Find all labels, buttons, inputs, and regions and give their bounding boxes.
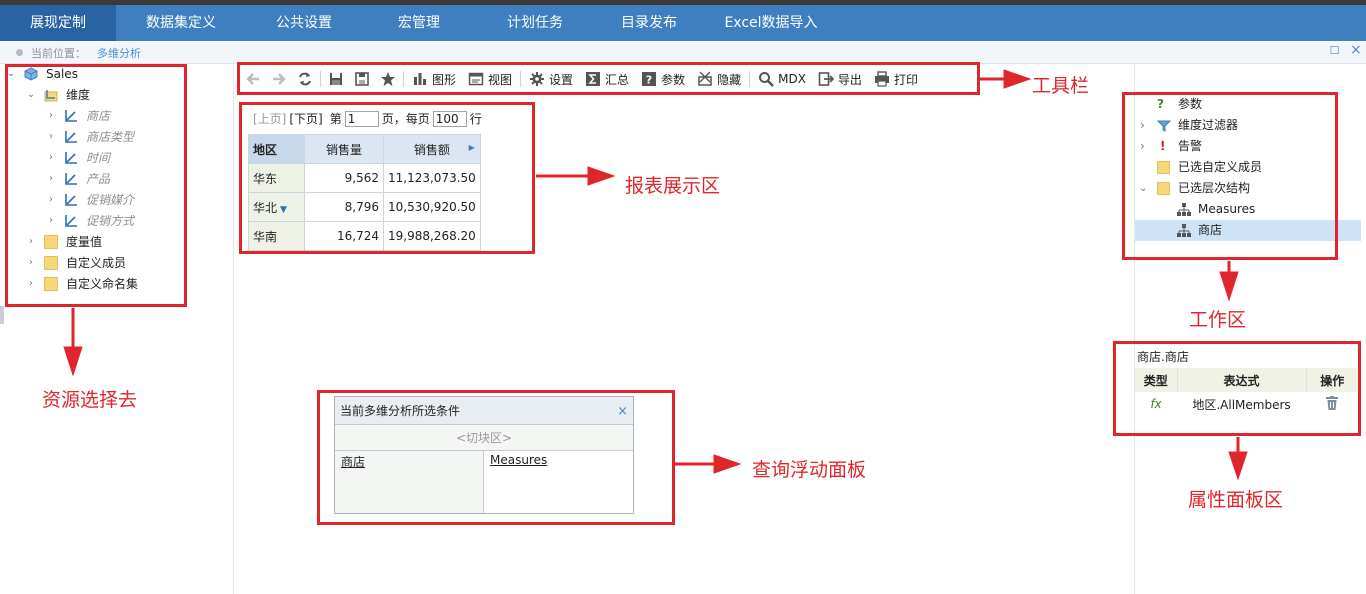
props-panel-callout: 属性面板区 <box>1188 489 1284 511</box>
resource-callout: 资源选择去 <box>42 389 138 411</box>
workspace-highlight-box <box>1122 92 1338 260</box>
report-highlight-box <box>239 102 535 254</box>
close-icon[interactable]: × <box>1350 43 1362 57</box>
report-area-callout: 报表展示区 <box>625 175 721 197</box>
breadcrumb-bar: 当前位置： 多维分析 ☐ × <box>0 41 1366 64</box>
nav-tab-schedule[interactable]: 计划任务 <box>476 5 594 41</box>
toolbar-highlight-box <box>237 62 980 95</box>
toolbar-callout: 工具栏 <box>1032 75 1090 97</box>
props-highlight-box <box>1113 341 1361 436</box>
breadcrumb-dot-icon <box>16 49 23 56</box>
nav-tab-report-custom[interactable]: 展现定制 <box>0 5 116 41</box>
nav-tab-common-settings[interactable]: 公共设置 <box>246 5 362 41</box>
top-nav: 展现定制 数据集定义 公共设置 宏管理 计划任务 目录发布 Excel数据导入 <box>0 5 1366 41</box>
query-panel-callout: 查询浮动面板 <box>752 459 867 481</box>
query-highlight-box <box>317 390 675 525</box>
nav-tab-dataset[interactable]: 数据集定义 <box>116 5 246 41</box>
panel-splitter[interactable] <box>0 306 4 324</box>
nav-tab-macro[interactable]: 宏管理 <box>362 5 476 41</box>
breadcrumb-label: 当前位置： <box>31 47 86 60</box>
maximize-icon[interactable]: ☐ <box>1329 45 1340 56</box>
app-root: 展现定制 数据集定义 公共设置 宏管理 计划任务 目录发布 Excel数据导入 … <box>0 0 1366 594</box>
nav-tab-excel-import[interactable]: Excel数据导入 <box>704 5 838 41</box>
resource-highlight-box <box>5 64 187 307</box>
nav-tab-catalog-publish[interactable]: 目录发布 <box>594 5 704 41</box>
breadcrumb-current[interactable]: 多维分析 <box>97 45 141 61</box>
workspace-callout: 工作区 <box>1189 309 1247 331</box>
